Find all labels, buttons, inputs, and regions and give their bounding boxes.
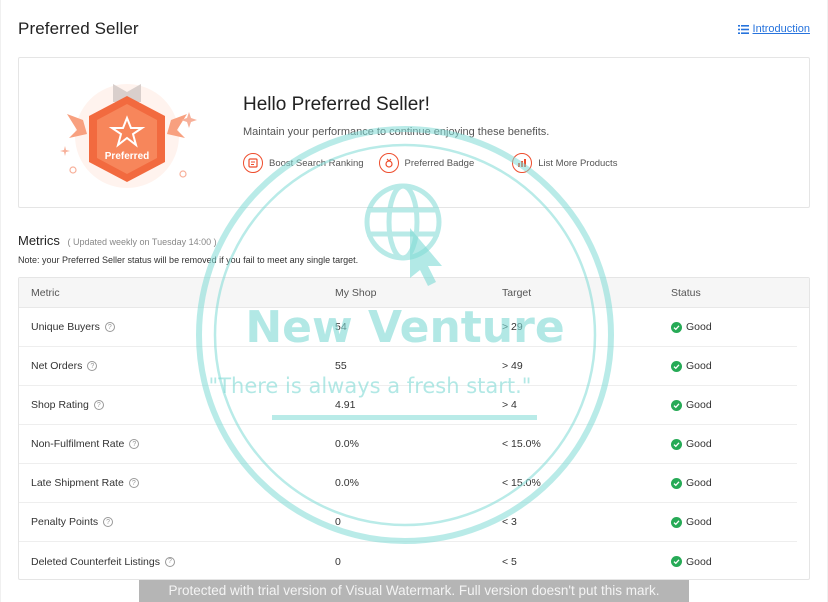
- table-row: Penalty Points? 0 < 3 Good: [19, 503, 797, 542]
- trial-watermark-banner: Protected with trial version of Visual W…: [139, 580, 689, 602]
- check-circle-icon: [671, 556, 682, 567]
- target-value: < 15.0%: [502, 438, 541, 450]
- metric-name: Unique Buyers: [31, 321, 100, 333]
- metrics-note: Note: your Preferred Seller status will …: [18, 255, 359, 265]
- hero-subtitle: Maintain your performance to continue en…: [243, 126, 550, 138]
- header-status: Status: [671, 286, 701, 299]
- benefit-boost-search-ranking: Boost Search Ranking: [243, 153, 364, 173]
- introduction-link[interactable]: Introduction: [737, 23, 810, 35]
- header-metric: Metric: [31, 286, 60, 299]
- check-circle-icon: [671, 321, 682, 333]
- help-icon[interactable]: ?: [87, 361, 98, 371]
- metrics-updated-note: ( Updated weekly on Tuesday 14:00 ): [67, 237, 217, 247]
- metrics-title: Metrics: [18, 233, 60, 248]
- help-icon[interactable]: ?: [103, 517, 114, 527]
- benefits-list: Boost Search Ranking Preferred Badge Lis…: [243, 153, 633, 173]
- page-title: Preferred Seller: [18, 19, 139, 38]
- status-cell: Good: [671, 360, 797, 372]
- status-label: Good: [686, 321, 712, 333]
- preferred-badge-icon: Preferred: [60, 84, 197, 188]
- check-circle-icon: [671, 477, 682, 489]
- my-shop-value: 0: [335, 555, 341, 568]
- my-shop-value: 4.91: [335, 399, 356, 411]
- check-circle-icon: [671, 399, 682, 411]
- status-cell: Good: [671, 399, 797, 411]
- help-icon[interactable]: ?: [104, 322, 115, 332]
- status-label: Good: [686, 477, 712, 489]
- status-cell: Good: [671, 556, 797, 568]
- metric-name: Shop Rating: [31, 399, 89, 411]
- benefit-label: Preferred Badge: [404, 157, 475, 169]
- my-shop-value: 54: [335, 321, 347, 333]
- help-icon[interactable]: ?: [93, 400, 104, 410]
- metric-name: Net Orders: [31, 360, 83, 372]
- metric-cell: Penalty Points?: [19, 516, 335, 528]
- benefit-label: Boost Search Ranking: [269, 157, 364, 169]
- table-header: Metric My Shop Target Status: [19, 278, 809, 308]
- my-shop-value: 55: [335, 360, 347, 372]
- status-label: Good: [686, 438, 712, 450]
- target-value: < 15.0%: [502, 477, 541, 489]
- metric-name: Penalty Points: [31, 516, 99, 528]
- status-cell: Good: [671, 477, 797, 489]
- table-row: Deleted Counterfeit Listings? 0 < 5 Good: [19, 542, 797, 579]
- metric-name: Non-Fulfilment Rate: [31, 438, 125, 450]
- status-label: Good: [686, 360, 712, 372]
- metric-cell: Unique Buyers?: [19, 321, 335, 333]
- metric-name: Deleted Counterfeit Listings: [31, 555, 160, 568]
- metric-cell: Deleted Counterfeit Listings?: [19, 556, 335, 568]
- metric-cell: Late Shipment Rate?: [19, 477, 335, 489]
- check-circle-icon: [671, 360, 682, 372]
- target-value: > 49: [502, 360, 523, 372]
- table-row: Late Shipment Rate? 0.0% < 15.0% Good: [19, 464, 797, 503]
- table-row: Net Orders? 55 > 49 Good: [19, 347, 797, 386]
- metric-cell: Shop Rating?: [19, 399, 335, 411]
- my-shop-value: 0.0%: [335, 438, 359, 450]
- table-row: Shop Rating? 4.91 > 4 Good: [19, 386, 797, 425]
- help-icon[interactable]: ?: [129, 439, 140, 449]
- target-value: < 5: [502, 555, 517, 568]
- badge-icon: [378, 153, 399, 173]
- target-value: > 4: [502, 399, 517, 411]
- metric-name: Late Shipment Rate: [31, 477, 124, 489]
- metric-cell: Net Orders?: [19, 360, 335, 372]
- status-cell: Good: [671, 516, 797, 528]
- status-label: Good: [686, 516, 712, 528]
- metric-cell: Non-Fulfilment Rate?: [19, 438, 335, 450]
- preferred-seller-page: Preferred Seller Introduction Preferred: [0, 0, 828, 602]
- check-circle-icon: [671, 438, 682, 450]
- benefit-label: List More Products: [538, 157, 618, 169]
- my-shop-value: 0.0%: [335, 477, 359, 489]
- status-cell: Good: [671, 321, 797, 333]
- hero-title: Hello Preferred Seller!: [243, 94, 430, 115]
- preferred-seller-banner: Preferred Hello Preferred Seller! Mainta…: [18, 57, 810, 208]
- header-my-shop: My Shop: [335, 286, 377, 299]
- search-ranking-icon: [243, 153, 263, 173]
- metrics-heading: Metrics ( Updated weekly on Tuesday 14:0…: [18, 233, 217, 248]
- help-icon[interactable]: ?: [165, 556, 175, 567]
- status-label: Good: [686, 555, 712, 568]
- metrics-table: Metric My Shop Target Status Unique Buye…: [18, 277, 810, 580]
- help-icon[interactable]: ?: [128, 478, 139, 488]
- table-row: Non-Fulfilment Rate? 0.0% < 15.0% Good: [19, 425, 797, 464]
- benefit-list-more-products: List More Products: [512, 153, 617, 173]
- my-shop-value: 0: [335, 516, 341, 528]
- target-value: > 29: [502, 321, 523, 333]
- table-row: Unique Buyers? 54 > 29 Good: [19, 308, 797, 347]
- products-icon: [512, 153, 533, 173]
- target-value: < 3: [502, 516, 517, 528]
- check-circle-icon: [671, 516, 682, 528]
- status-cell: Good: [671, 438, 797, 450]
- introduction-link-label[interactable]: Introduction: [753, 23, 810, 35]
- list-icon: [737, 24, 749, 34]
- benefit-preferred-badge: Preferred Badge: [378, 153, 475, 173]
- badge-label: Preferred: [105, 151, 149, 162]
- table-body: Unique Buyers? 54 > 29 Good Net Orders? 55 > 4…: [19, 308, 809, 579]
- status-label: Good: [686, 399, 712, 411]
- header-target: Target: [502, 286, 532, 299]
